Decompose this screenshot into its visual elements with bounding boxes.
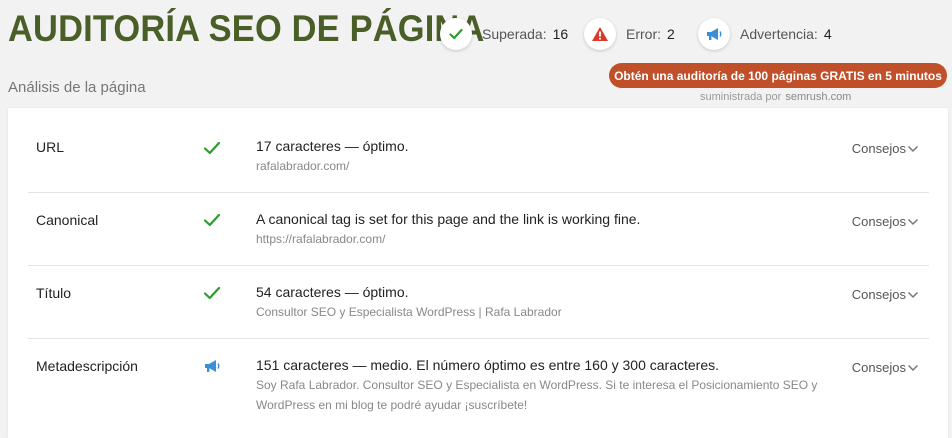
powered-by-brand-link[interactable]: semrush.com bbox=[785, 91, 851, 103]
row-detail: https://rafalabrador.com/ bbox=[256, 232, 386, 246]
check-icon bbox=[203, 213, 221, 227]
row-detail: Soy Rafa Labrador. Consultor SEO y Espec… bbox=[256, 378, 818, 412]
check-icon bbox=[203, 141, 221, 155]
page-title: AUDITORÍA SEO DE PÁGINA bbox=[8, 8, 485, 49]
warning-icon bbox=[584, 18, 616, 50]
row-detail: rafalabrador.com/ bbox=[256, 159, 350, 173]
tips-toggle[interactable]: Consejos bbox=[852, 141, 919, 156]
tips-label: Consejos bbox=[851, 287, 906, 302]
row-message: 151 caracteres — medio. El número óptimo… bbox=[256, 357, 720, 373]
row-label: URL bbox=[36, 139, 65, 155]
powered-by: suministrada por semrush.com bbox=[700, 91, 851, 103]
tips-toggle[interactable]: Consejos bbox=[852, 287, 919, 302]
free-audit-button[interactable]: Obtén una auditoría de 100 páginas GRATI… bbox=[609, 63, 947, 88]
row-label: Título bbox=[36, 285, 72, 301]
stat-passed: Superada: 16 bbox=[440, 17, 568, 51]
stat-passed-value: 16 bbox=[552, 26, 569, 42]
chevron-down-icon bbox=[907, 291, 919, 298]
row-detail: Consultor SEO y Especialista WordPress |… bbox=[256, 305, 562, 319]
row-message: 54 caracteres — óptimo. bbox=[256, 284, 409, 300]
audit-row-url: URL 17 caracteres — óptimo. rafalabrador… bbox=[28, 108, 929, 193]
stat-warning: Advertencia: 4 bbox=[698, 17, 832, 51]
stat-warning-label: Advertencia: bbox=[740, 26, 818, 42]
tips-toggle[interactable]: Consejos bbox=[852, 360, 919, 375]
chevron-down-icon bbox=[907, 218, 919, 225]
tips-label: Consejos bbox=[851, 214, 906, 229]
chevron-down-icon bbox=[907, 145, 919, 152]
stat-error-label: Error: bbox=[626, 26, 661, 42]
stat-error: Error: 2 bbox=[584, 17, 675, 51]
stat-error-value: 2 bbox=[667, 26, 675, 42]
row-label: Canonical bbox=[36, 212, 99, 228]
tips-label: Consejos bbox=[851, 360, 906, 375]
audit-results-panel: URL 17 caracteres — óptimo. rafalabrador… bbox=[8, 108, 948, 438]
check-icon bbox=[440, 18, 472, 50]
page-subtitle: Análisis de la página bbox=[8, 79, 146, 96]
audit-row-title: Título 54 caracteres — óptimo. Consultor… bbox=[28, 266, 929, 339]
tips-toggle[interactable]: Consejos bbox=[852, 214, 919, 229]
powered-by-text: suministrada por bbox=[700, 91, 782, 103]
row-message: A canonical tag is set for this page and… bbox=[256, 211, 641, 227]
row-message: 17 caracteres — óptimo. bbox=[256, 138, 409, 154]
row-label: Metadescripción bbox=[36, 358, 138, 374]
audit-row-canonical: Canonical A canonical tag is set for thi… bbox=[28, 193, 929, 266]
chevron-down-icon bbox=[907, 364, 919, 371]
check-icon bbox=[203, 286, 221, 300]
audit-row-meta-description: Metadescripción 151 caracteres — medio. … bbox=[28, 339, 929, 429]
megaphone-icon bbox=[698, 18, 730, 50]
tips-label: Consejos bbox=[851, 141, 906, 156]
stat-warning-value: 4 bbox=[823, 26, 832, 42]
megaphone-icon bbox=[205, 360, 220, 372]
stat-passed-label: Superada: bbox=[482, 26, 547, 42]
